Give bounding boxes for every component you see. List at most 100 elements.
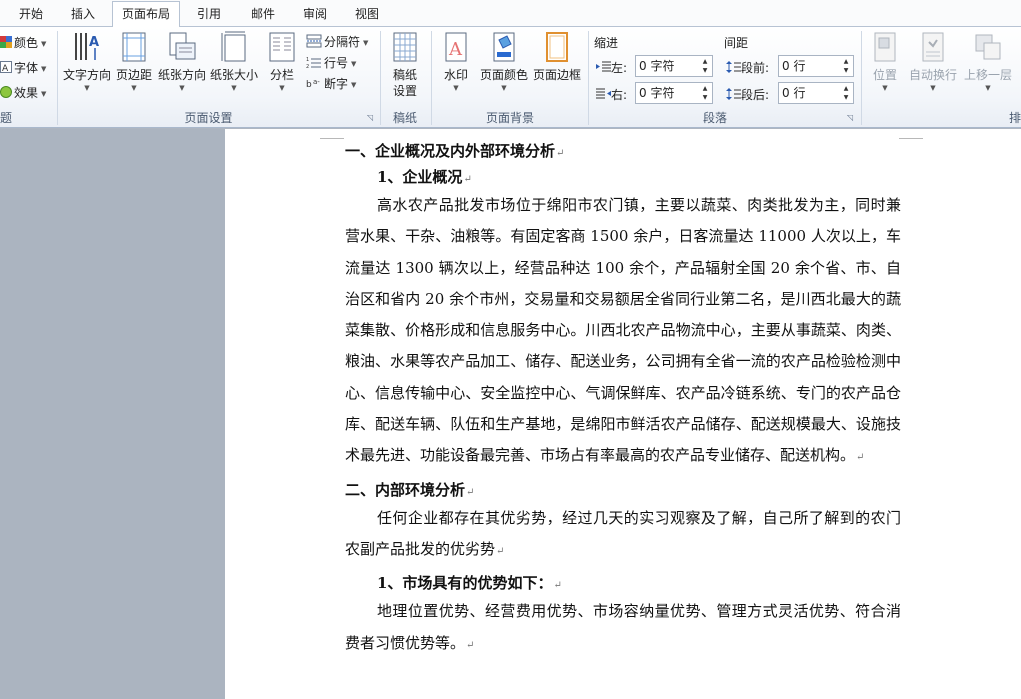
- spin-down-icon[interactable]: ▼: [700, 94, 710, 102]
- margins-button[interactable]: 页边距 ▼: [114, 30, 154, 93]
- wrap-text-icon: [918, 30, 948, 64]
- hyphenation-button[interactable]: b a- 断字 ▼: [306, 74, 356, 94]
- chevron-down-icon: ▼: [882, 84, 888, 92]
- document-body[interactable]: 一、企业概况及内外部环境分析↵ 1、企业概况↵ 高水农产品批发市场位于绵阳市农门…: [345, 138, 901, 661]
- orientation-button[interactable]: 纸张方向 ▼: [157, 30, 207, 93]
- watermark-icon: A: [441, 30, 471, 64]
- tab-references[interactable]: 引用: [186, 2, 232, 27]
- spin-down-icon[interactable]: ▼: [841, 94, 851, 102]
- svg-text:A: A: [448, 39, 463, 60]
- paragraph-mark-icon: ↵: [556, 148, 565, 159]
- indent-label: 缩进: [594, 36, 619, 50]
- spin-up-icon[interactable]: ▲: [841, 85, 851, 93]
- paragraph-mark-icon: ↵: [856, 452, 865, 464]
- margins-icon: [119, 30, 149, 64]
- paragraph-launcher-icon[interactable]: ◹: [847, 113, 856, 122]
- breaks-button[interactable]: 分隔符 ▼: [306, 32, 368, 52]
- page-size-icon: [219, 30, 249, 64]
- page-setup-launcher-icon[interactable]: ◹: [367, 113, 376, 122]
- wrap-text-button[interactable]: 自动换行 ▼: [906, 30, 960, 93]
- columns-icon: [267, 30, 297, 64]
- bring-forward-icon: [973, 30, 1003, 64]
- theme-fonts-button[interactable]: A 字体 ▼: [0, 58, 46, 78]
- theme-colors-icon: [0, 35, 12, 49]
- tab-view[interactable]: 视图: [344, 2, 390, 27]
- svg-text:a-: a-: [313, 78, 320, 86]
- spacing-after-label: 段后:: [726, 86, 769, 103]
- chevron-down-icon: ▼: [179, 84, 185, 92]
- ribbon-tab-bar: 开始 插入 页面布局 引用 邮件 审阅 视图: [0, 0, 1021, 28]
- chevron-down-icon: ▼: [930, 84, 936, 92]
- page-color-button[interactable]: 页面颜色 ▼: [479, 30, 529, 93]
- tab-page-layout[interactable]: 页面布局: [112, 1, 180, 28]
- spacing-after-icon: [726, 88, 741, 100]
- group-label-paragraph: 段落: [702, 111, 727, 125]
- spin-down-icon[interactable]: ▼: [841, 67, 851, 75]
- svg-text:A: A: [2, 64, 9, 74]
- group-label-themes: 题: [0, 111, 13, 125]
- chevron-down-icon: ▼: [501, 84, 507, 92]
- tab-home[interactable]: 开始: [8, 2, 54, 27]
- group-separator: [588, 31, 589, 125]
- group-label-page-background: 页面背景: [485, 111, 534, 125]
- tab-review[interactable]: 审阅: [292, 2, 338, 27]
- watermark-button[interactable]: A 水印 ▼: [438, 30, 474, 93]
- page-borders-icon: [542, 30, 572, 64]
- chevron-down-icon: ▼: [453, 84, 459, 92]
- svg-text:2: 2: [306, 64, 309, 69]
- ribbon: 颜色▼ A 字体▼ 效果▼ 题 A 文字方向 ▼ 页边距 ▼ 纸张方向 ▼: [0, 27, 1021, 128]
- columns-button[interactable]: 分栏 ▼: [264, 30, 300, 93]
- chevron-down-icon: ▼: [231, 84, 237, 92]
- chevron-down-icon: ▼: [279, 84, 285, 92]
- chevron-down-icon: ▼: [84, 84, 90, 92]
- theme-effects-button[interactable]: 效果 ▼: [0, 83, 46, 103]
- draft-paper-icon: [390, 30, 420, 64]
- bring-forward-button[interactable]: 上移一层 ▼: [962, 30, 1014, 93]
- hyphenation-icon: b a-: [306, 76, 322, 90]
- text-direction-button[interactable]: A 文字方向 ▼: [62, 30, 112, 93]
- theme-fonts-icon: A: [0, 60, 12, 74]
- spin-up-icon[interactable]: ▲: [841, 58, 851, 66]
- tab-insert[interactable]: 插入: [60, 2, 106, 27]
- size-button[interactable]: 纸张大小 ▼: [209, 30, 259, 93]
- svg-text:A: A: [89, 35, 99, 50]
- indent-left-input[interactable]: 0 字符 ▲ ▼: [635, 55, 713, 77]
- page-borders-button[interactable]: 页面边框: [531, 30, 583, 83]
- orientation-icon: [167, 30, 197, 64]
- tab-mailings[interactable]: 邮件: [240, 2, 286, 27]
- line-numbers-icon: 12: [306, 55, 322, 70]
- group-label-draft-paper: 稿纸: [392, 111, 417, 125]
- spacing-after-input[interactable]: 0 行 ▲ ▼: [778, 82, 854, 104]
- paragraph-mark-icon: ↵: [496, 545, 505, 557]
- page-margin-marker: [320, 138, 344, 139]
- spin-up-icon[interactable]: ▲: [700, 85, 710, 93]
- group-label-page-setup: 页面设置: [184, 111, 233, 125]
- text-direction-icon: A: [72, 30, 102, 64]
- group-label-arrange: 排: [1009, 111, 1021, 125]
- group-separator: [431, 31, 432, 125]
- draft-paper-settings-button[interactable]: 稿纸 设置: [386, 30, 424, 99]
- paragraph-mark-icon: ↵: [466, 486, 475, 498]
- indent-right-input[interactable]: 0 字符 ▲ ▼: [635, 82, 713, 104]
- left-workspace-panel: [0, 129, 225, 699]
- line-numbers-button[interactable]: 12 行号 ▼: [306, 53, 356, 73]
- indent-left-label: 左:: [596, 59, 627, 76]
- spacing-before-label: 段前:: [726, 59, 769, 76]
- svg-text:1: 1: [306, 57, 309, 63]
- spin-up-icon[interactable]: ▲: [700, 58, 710, 66]
- heading-1-1: 1、企业概况↵: [377, 168, 472, 186]
- indent-left-icon: [596, 61, 611, 73]
- paragraph-overview: 高水农产品批发市场位于绵阳市农门镇，主要以蔬菜、肉类批发为主，同时兼营水果、干杂…: [345, 196, 901, 465]
- indent-right-label: 右:: [596, 86, 627, 103]
- paragraph-internal: 任何企业都存在其优劣势，经过几天的实习观察及了解，自己所了解到的农门农副产品批发…: [345, 508, 901, 558]
- spacing-before-input[interactable]: 0 行 ▲ ▼: [778, 55, 854, 77]
- theme-colors-button[interactable]: 颜色 ▼: [0, 33, 46, 53]
- chevron-down-icon: ▼: [131, 84, 137, 92]
- paragraph-mark-icon: ↵: [466, 639, 475, 651]
- spin-down-icon[interactable]: ▼: [700, 67, 710, 75]
- position-icon: [870, 30, 900, 64]
- paragraph-mark-icon: ↵: [553, 580, 562, 592]
- page-margin-marker: [899, 138, 923, 139]
- position-button[interactable]: 位置 ▼: [867, 30, 903, 93]
- spacing-before-icon: [726, 61, 741, 73]
